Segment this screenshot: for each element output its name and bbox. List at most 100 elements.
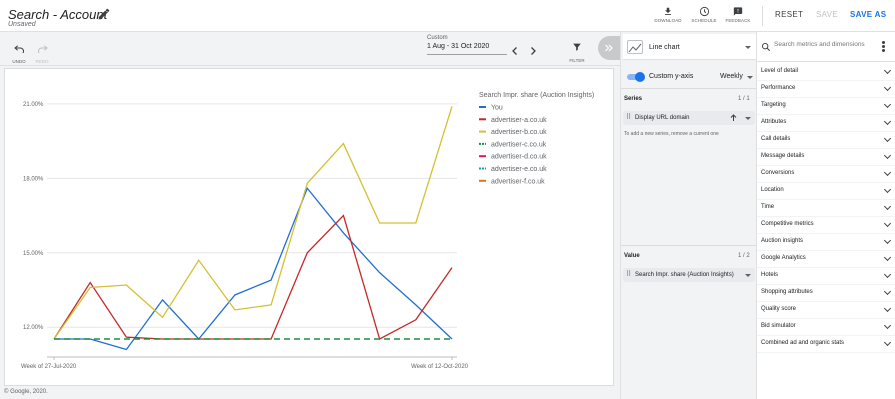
legend-label: advertiser-b.co.uk: [491, 129, 547, 136]
y-tick-label: 21.00%: [23, 102, 44, 108]
metrics-category-item[interactable]: Bid simulator: [757, 319, 895, 336]
copyright-footer: © Google, 2020.: [4, 389, 48, 395]
chart-card[interactable]: 21.00% 18.00% 15.00% 12.00% Week of 27-Jul-2…: [4, 68, 614, 386]
metrics-category-label: Level of detail: [761, 68, 799, 74]
date-range-picker[interactable]: Custom 1 Aug - 31 Oct 2020: [427, 35, 507, 55]
chart-type-label: Line chart: [649, 44, 680, 51]
series-chip[interactable]: ⠿ Display URL domain: [623, 111, 755, 125]
y-tick-label: 12.00%: [23, 325, 44, 331]
metrics-category-item[interactable]: Hotels: [757, 268, 895, 285]
x-tick-label: Week of 27-Jul-2020: [21, 364, 77, 370]
series-chip-label: Display URL domain: [635, 115, 690, 121]
metrics-category-label: Auction insights: [761, 238, 804, 244]
metrics-category-item[interactable]: Quality score: [757, 302, 895, 319]
metrics-category-item[interactable]: Call details: [757, 132, 895, 149]
schedule-button[interactable]: SCHEDULE: [687, 6, 721, 28]
metrics-category-label: Message details: [761, 153, 805, 159]
metrics-category-item[interactable]: Combined ad and organic stats: [757, 336, 895, 353]
chevron-down-icon: [883, 202, 892, 211]
app-header: Search - Account Unsaved DOWNLOAD SCHEDU…: [0, 0, 895, 32]
header-divider: [762, 6, 763, 26]
metrics-category-item[interactable]: Competitive metrics: [757, 217, 895, 234]
edit-pencil-icon[interactable]: [97, 7, 111, 21]
canvas-toolbar: UNDO REDO Custom 1 Aug - 31 Oct 2020 FIL…: [0, 32, 620, 66]
redo-label: REDO: [35, 59, 49, 64]
chevron-down-icon: [883, 100, 892, 109]
metrics-category-item[interactable]: Location: [757, 183, 895, 200]
feedback-icon: [733, 7, 743, 16]
undo-button[interactable]: UNDO: [9, 40, 29, 64]
metrics-category-label: Bid simulator: [761, 323, 796, 329]
metrics-category-label: Quality score: [761, 306, 797, 312]
save-button[interactable]: SAVE: [816, 10, 838, 19]
metrics-category-item[interactable]: Conversions: [757, 166, 895, 183]
double-chevron-icon: [605, 44, 613, 52]
sort-arrow-icon[interactable]: [730, 114, 737, 122]
download-button[interactable]: DOWNLOAD: [651, 6, 685, 28]
chevron-down-icon: [883, 321, 892, 330]
y-tick-label: 18.00%: [23, 176, 44, 182]
x-tick-label: Week of 12-Oct-2020: [411, 364, 469, 370]
granularity-select[interactable]: Weekly: [720, 73, 743, 80]
y-axis-row: Custom y-axis Weekly: [623, 68, 756, 86]
metrics-search: [757, 32, 895, 62]
toggle-knob: [635, 72, 645, 82]
chart-type-select[interactable]: Line chart: [623, 34, 756, 60]
date-next-icon[interactable]: [528, 46, 538, 56]
metrics-category-item[interactable]: Performance: [757, 81, 895, 98]
metrics-category-item[interactable]: Auction insights: [757, 234, 895, 251]
series-caret-icon[interactable]: [745, 117, 751, 120]
value-chip[interactable]: ⠿ Search Impr. share (Auction Insights): [623, 268, 755, 282]
metrics-category-label: Time: [761, 204, 775, 210]
save-as-button[interactable]: SAVE AS: [850, 10, 886, 19]
metrics-category-item[interactable]: Google Analytics: [757, 251, 895, 268]
metrics-category-label: Google Analytics: [761, 255, 806, 261]
series-count: 1 / 1: [738, 96, 750, 102]
chart-type-caret-icon: [745, 46, 751, 49]
chevron-down-icon: [883, 236, 892, 245]
date-prev-icon[interactable]: [510, 46, 520, 56]
redo-icon: [37, 45, 48, 55]
chevron-down-icon: [883, 185, 892, 194]
feedback-button[interactable]: FEEDBACK: [721, 6, 755, 28]
metrics-category-label: Conversions: [761, 170, 795, 176]
more-options-icon[interactable]: [882, 41, 886, 53]
chevron-down-icon: [883, 219, 892, 228]
date-range-type: Custom: [427, 35, 448, 41]
chevron-down-icon: [883, 151, 892, 160]
reset-button[interactable]: RESET: [775, 10, 803, 19]
metrics-category-item[interactable]: Time: [757, 200, 895, 217]
chevron-down-icon: [883, 287, 892, 296]
filter-icon: [573, 43, 581, 51]
chevron-down-icon: [883, 83, 892, 92]
custom-y-axis-toggle[interactable]: [627, 72, 645, 82]
metrics-category-item[interactable]: Shopping attributes: [757, 285, 895, 302]
save-status: Unsaved: [8, 21, 36, 28]
metrics-category-item[interactable]: Level of detail: [757, 64, 895, 81]
clock-icon: [699, 6, 709, 17]
line-chart-icon: [627, 40, 643, 54]
series-title: Series: [624, 96, 643, 102]
metrics-category-label: Shopping attributes: [761, 289, 813, 295]
search-icon: [762, 43, 771, 52]
chevron-down-icon: [883, 117, 892, 126]
drag-handle-icon[interactable]: ⠿: [626, 271, 631, 278]
metrics-category-item[interactable]: Message details: [757, 149, 895, 166]
filter-button[interactable]: FILTER: [568, 39, 586, 63]
metrics-search-input[interactable]: [774, 41, 877, 48]
report-title[interactable]: Search - Account: [8, 7, 107, 22]
date-range-value: 1 Aug - 31 Oct 2020: [427, 43, 490, 50]
metrics-category-item[interactable]: Targeting: [757, 98, 895, 115]
series-line-2: [53, 106, 453, 340]
chevron-down-icon: [883, 338, 892, 347]
collapse-panel-button[interactable]: [598, 36, 620, 60]
chevron-down-icon: [883, 66, 892, 75]
value-caret-icon[interactable]: [745, 274, 751, 277]
drag-handle-icon[interactable]: ⠿: [626, 114, 631, 121]
series-line-1: [53, 214, 453, 340]
metrics-category-item[interactable]: Attributes: [757, 115, 895, 132]
redo-button[interactable]: REDO: [32, 40, 52, 64]
legend-label: advertiser-c.co.uk: [491, 141, 547, 148]
metrics-category-label: Attributes: [761, 119, 787, 125]
metrics-category-label: Hotels: [761, 272, 779, 278]
